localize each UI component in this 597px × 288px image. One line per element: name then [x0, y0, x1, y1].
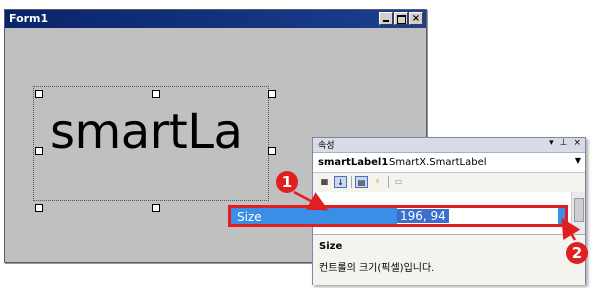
size-value-text: 196, 94 [397, 209, 449, 223]
properties-icon[interactable]: ▤ [355, 176, 368, 188]
events-icon[interactable]: ⚡ [371, 176, 384, 188]
resize-grip[interactable] [268, 90, 276, 98]
close-icon: × [411, 13, 421, 24]
close-icon[interactable]: × [573, 138, 581, 148]
smart-label-control[interactable]: smartLa [50, 104, 243, 160]
resize-grip[interactable] [152, 204, 160, 212]
alphabetical-icon[interactable]: ↓ [334, 176, 347, 188]
form-title: Form1 [9, 12, 49, 25]
size-value-field[interactable]: 196, 94 [397, 208, 558, 224]
toolbar-separator [351, 176, 352, 188]
toolbar-separator [388, 176, 389, 188]
description-text: 컨트롤의 크기(픽셀)입니다. [319, 263, 435, 274]
object-selector[interactable]: smartLabel1 SmartX.SmartLabel ▼ [313, 153, 585, 173]
close-button[interactable]: × [409, 12, 423, 25]
form-titlebar[interactable]: Form1 × [5, 10, 426, 28]
callout-badge-2: 2 [566, 242, 588, 264]
object-type: SmartX.SmartLabel [389, 157, 487, 168]
caption-buttons: × [379, 12, 423, 25]
categorized-icon[interactable]: ▦ [318, 176, 331, 188]
properties-toolbar: ▦ ↓ ▤ ⚡ ▭ [313, 173, 585, 193]
scroll-thumb[interactable] [574, 198, 584, 222]
description-pane: Size 컨트롤의 크기(픽셀)입니다. [313, 234, 585, 285]
object-name: smartLabel1 [318, 157, 389, 168]
resize-grip[interactable] [35, 147, 43, 155]
resize-grip[interactable] [268, 147, 276, 155]
callout-badge-1: 1 [276, 171, 298, 193]
property-grid-scrollbar[interactable] [571, 192, 585, 234]
description-title: Size [319, 241, 343, 252]
resize-grip[interactable] [35, 204, 43, 212]
resize-grip[interactable] [35, 90, 43, 98]
dropdown-icon[interactable]: ▾ [549, 138, 554, 148]
properties-titlebar: 속성 ▾ ⊥ × [313, 138, 585, 153]
pin-icon[interactable]: ⊥ [560, 138, 568, 148]
properties-title-icons: ▾ ⊥ × [549, 138, 581, 148]
properties-title: 속성 [318, 141, 335, 151]
property-pages-icon[interactable]: ▭ [392, 176, 405, 188]
size-property-row[interactable]: Size 196, 94 [228, 205, 568, 227]
maximize-button[interactable] [394, 12, 408, 25]
size-property-name: Size [237, 210, 262, 224]
resize-grip[interactable] [152, 90, 160, 98]
chevron-down-icon[interactable]: ▼ [575, 156, 581, 165]
minimize-button[interactable] [379, 12, 393, 25]
